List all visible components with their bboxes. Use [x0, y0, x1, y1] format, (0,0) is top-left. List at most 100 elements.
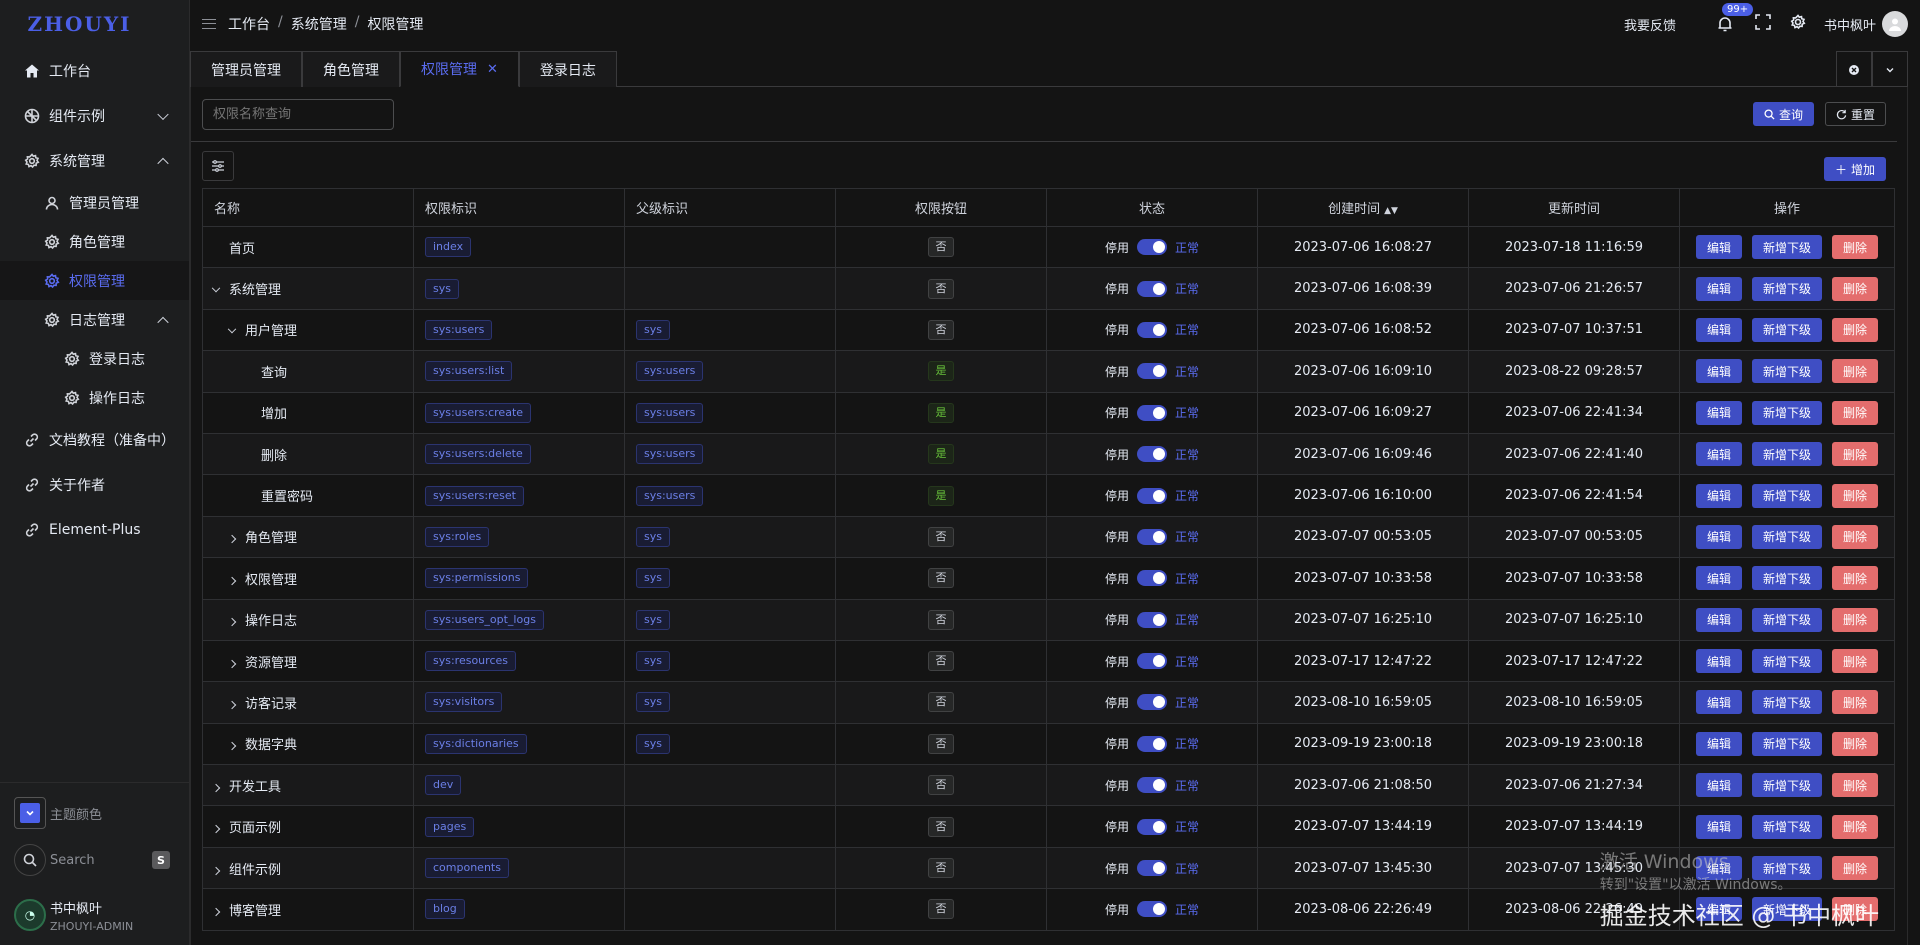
status-switch[interactable]: [1137, 735, 1167, 752]
tab-admin-management[interactable]: 管理员管理: [190, 51, 302, 87]
edit-button[interactable]: 编辑: [1695, 897, 1742, 922]
delete-button[interactable]: 删除: [1832, 483, 1879, 508]
sidebar-item-8[interactable]: 操作日志: [0, 378, 189, 417]
breadcrumb-item[interactable]: 工作台: [228, 14, 270, 34]
theme-color-picker[interactable]: 主题颜色: [0, 791, 190, 835]
status-switch[interactable]: [1137, 446, 1167, 463]
delete-button[interactable]: 删除: [1832, 731, 1879, 756]
status-switch[interactable]: [1137, 611, 1167, 628]
add-child-button[interactable]: 新增下级: [1751, 359, 1822, 384]
delete-button[interactable]: 删除: [1832, 235, 1879, 260]
menu-toggle-icon[interactable]: [202, 19, 216, 29]
add-child-button[interactable]: 新增下级: [1751, 400, 1822, 425]
status-switch[interactable]: [1137, 404, 1167, 421]
delete-button[interactable]: 删除: [1832, 773, 1879, 798]
sidebar-item-0[interactable]: 工作台: [0, 48, 189, 93]
add-child-button[interactable]: 新增下级: [1751, 856, 1822, 881]
sidebar-item-10[interactable]: 关于作者: [0, 462, 189, 507]
close-icon[interactable]: ✕: [487, 62, 498, 77]
edit-button[interactable]: 编辑: [1695, 690, 1742, 715]
delete-button[interactable]: 删除: [1832, 814, 1879, 839]
add-child-button[interactable]: 新增下级: [1751, 607, 1822, 632]
delete-button[interactable]: 删除: [1832, 897, 1879, 922]
status-switch[interactable]: [1137, 653, 1167, 670]
status-switch[interactable]: [1137, 777, 1167, 794]
edit-button[interactable]: 编辑: [1695, 566, 1742, 591]
column-header-created[interactable]: 创建时间 ▲▼: [1257, 188, 1469, 227]
tab-permission-management[interactable]: 权限管理 ✕: [400, 51, 519, 87]
add-child-button[interactable]: 新增下级: [1751, 814, 1822, 839]
feedback-link[interactable]: 我要反馈: [1624, 15, 1676, 34]
chevron-right-icon[interactable]: [227, 742, 237, 751]
add-child-button[interactable]: 新增下级: [1751, 566, 1822, 591]
delete-button[interactable]: 删除: [1832, 856, 1879, 881]
edit-button[interactable]: 编辑: [1695, 814, 1742, 839]
status-switch[interactable]: [1137, 528, 1167, 545]
header-user-name[interactable]: 书中枫叶: [1824, 15, 1876, 34]
delete-button[interactable]: 删除: [1832, 607, 1879, 632]
delete-button[interactable]: 删除: [1832, 359, 1879, 384]
sidebar-user[interactable]: ◔ 书中枫叶 ZHOUYI-ADMIN: [0, 885, 190, 945]
edit-button[interactable]: 编辑: [1695, 483, 1742, 508]
sort-icon[interactable]: ▲▼: [1384, 206, 1398, 216]
app-logo[interactable]: ZHOUYI: [0, 0, 189, 48]
edit-button[interactable]: 编辑: [1695, 607, 1742, 632]
sidebar-item-7[interactable]: 登录日志: [0, 339, 189, 378]
edit-button[interactable]: 编辑: [1695, 731, 1742, 756]
chevron-right-icon[interactable]: [211, 866, 221, 875]
sidebar-item-11[interactable]: Element-Plus: [0, 507, 189, 552]
status-switch[interactable]: [1137, 280, 1167, 297]
close-all-tabs-icon[interactable]: [1836, 51, 1872, 87]
status-switch[interactable]: [1137, 363, 1167, 380]
delete-button[interactable]: 删除: [1832, 317, 1879, 342]
tab-login-log[interactable]: 登录日志: [518, 51, 617, 87]
status-switch[interactable]: [1137, 694, 1167, 711]
query-button[interactable]: 查询: [1752, 102, 1814, 126]
add-child-button[interactable]: 新增下级: [1751, 524, 1822, 549]
edit-button[interactable]: 编辑: [1695, 276, 1742, 301]
chevron-right-icon[interactable]: [211, 783, 221, 793]
add-child-button[interactable]: 新增下级: [1751, 235, 1822, 260]
chevron-right-icon[interactable]: [211, 907, 221, 917]
sidebar-item-1[interactable]: 组件示例: [0, 93, 189, 138]
status-switch[interactable]: [1137, 321, 1167, 338]
status-switch[interactable]: [1137, 487, 1167, 504]
chevron-right-icon[interactable]: [227, 700, 237, 710]
filter-settings-icon[interactable]: [202, 151, 234, 181]
chevron-right-icon[interactable]: [227, 576, 237, 586]
add-child-button[interactable]: 新增下级: [1751, 317, 1822, 342]
sidebar-item-4[interactable]: 角色管理: [0, 222, 189, 261]
delete-button[interactable]: 删除: [1832, 690, 1879, 715]
bell-icon[interactable]: 99+: [1714, 3, 1754, 35]
status-switch[interactable]: [1137, 570, 1167, 587]
chevron-right-icon[interactable]: [227, 617, 237, 627]
edit-button[interactable]: 编辑: [1695, 649, 1742, 674]
edit-button[interactable]: 编辑: [1695, 524, 1742, 549]
settings-icon[interactable]: [1790, 14, 1806, 34]
chevron-down-icon[interactable]: [227, 325, 237, 334]
add-child-button[interactable]: 新增下级: [1751, 483, 1822, 508]
theme-swatch[interactable]: [14, 797, 46, 829]
add-child-button[interactable]: 新增下级: [1751, 690, 1822, 715]
add-child-button[interactable]: 新增下级: [1751, 276, 1822, 301]
status-switch[interactable]: [1137, 239, 1167, 256]
sidebar-item-2[interactable]: 系统管理: [0, 138, 189, 183]
add-child-button[interactable]: 新增下级: [1751, 897, 1822, 922]
add-child-button[interactable]: 新增下级: [1751, 649, 1822, 674]
permission-name-search-input[interactable]: [202, 98, 394, 130]
edit-button[interactable]: 编辑: [1695, 400, 1742, 425]
sidebar-item-3[interactable]: 管理员管理: [0, 183, 189, 222]
chevron-down-icon[interactable]: [211, 284, 221, 293]
sidebar-item-9[interactable]: 文档教程（准备中）: [0, 417, 189, 462]
tab-role-management[interactable]: 角色管理: [302, 51, 400, 87]
sidebar-item-5[interactable]: 权限管理: [0, 261, 189, 300]
chevron-down-icon[interactable]: [1872, 51, 1908, 87]
delete-button[interactable]: 删除: [1832, 442, 1879, 467]
edit-button[interactable]: 编辑: [1695, 856, 1742, 881]
delete-button[interactable]: 删除: [1832, 276, 1879, 301]
chevron-right-icon[interactable]: [227, 659, 237, 668]
sidebar-item-6[interactable]: 日志管理: [0, 300, 189, 339]
delete-button[interactable]: 删除: [1832, 649, 1879, 674]
edit-button[interactable]: 编辑: [1695, 317, 1742, 342]
status-switch[interactable]: [1137, 860, 1167, 877]
